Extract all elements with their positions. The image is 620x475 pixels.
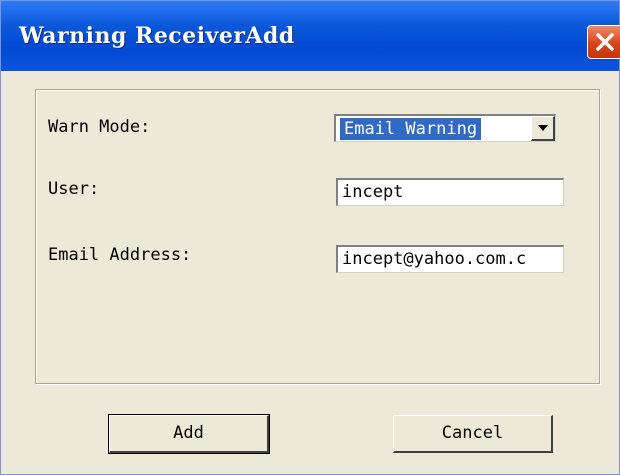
user-label: User:	[48, 179, 100, 199]
warn-mode-selected-value: Email Warning	[340, 118, 482, 140]
email-address-label: Email Address:	[48, 245, 192, 265]
warn-mode-label: Warn Mode:	[48, 117, 151, 137]
user-input[interactable]: incept	[336, 178, 564, 206]
close-button[interactable]	[587, 25, 620, 59]
window-title: Warning ReceiverAdd	[19, 23, 295, 49]
warn-mode-select[interactable]: Email Warning	[334, 114, 556, 142]
email-address-input[interactable]: incept@yahoo.com.c	[336, 245, 564, 273]
dropdown-button[interactable]	[531, 116, 555, 141]
close-icon	[596, 33, 614, 51]
cancel-button[interactable]: Cancel	[393, 415, 553, 453]
title-bar[interactable]: Warning ReceiverAdd	[1, 1, 620, 71]
dialog-window: Warning ReceiverAdd Warn Mode: Email War…	[0, 0, 620, 475]
chevron-down-icon	[538, 125, 548, 131]
add-button[interactable]: Add	[108, 414, 270, 454]
